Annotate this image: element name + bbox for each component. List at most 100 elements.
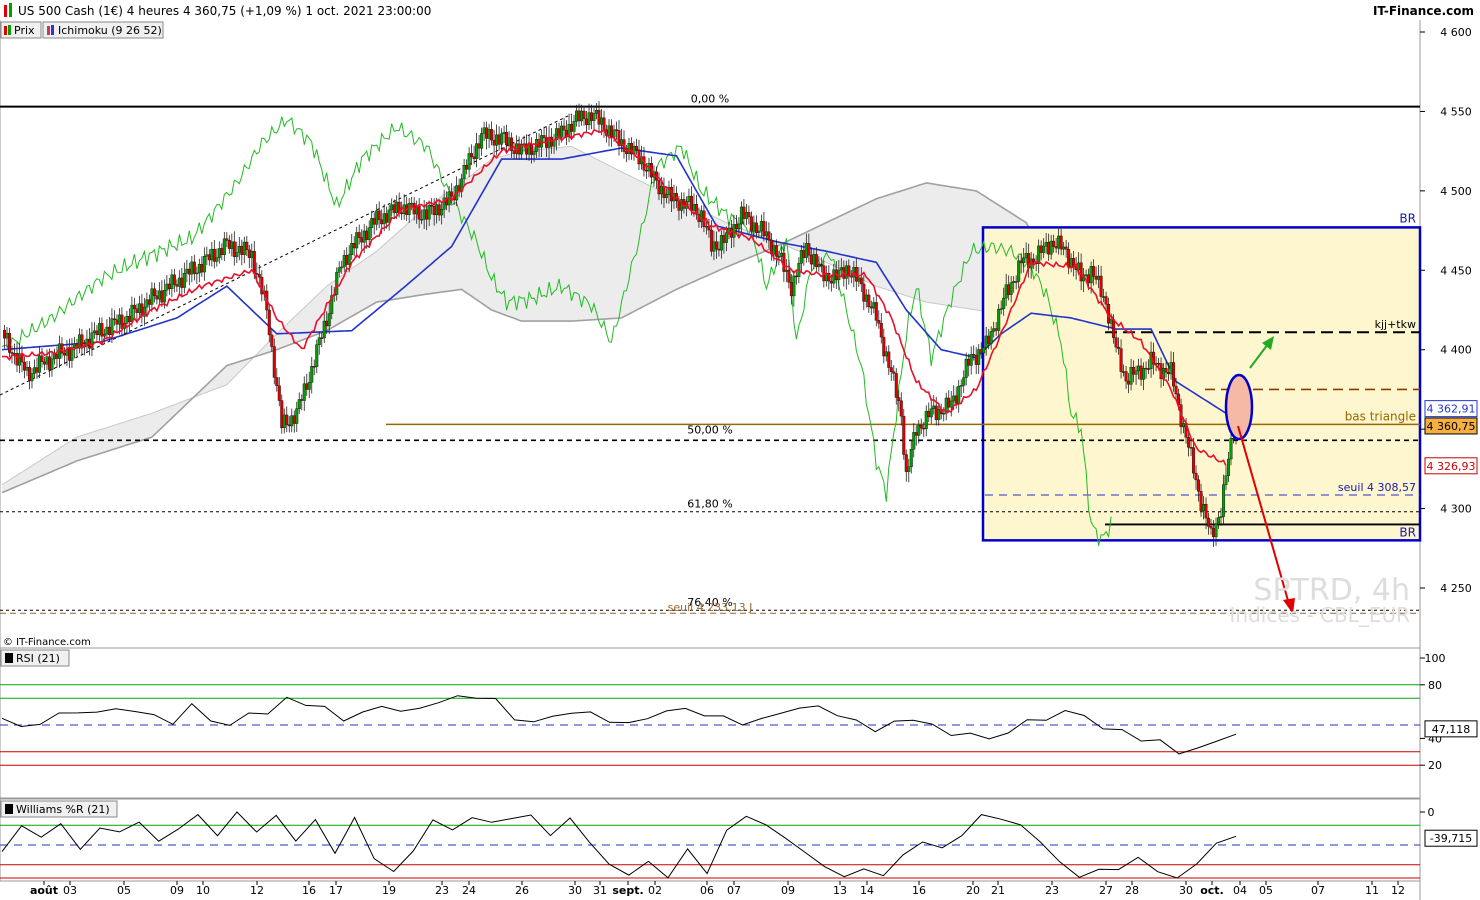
candle-body xyxy=(80,334,84,347)
x-tick-label: 24 xyxy=(462,884,476,897)
candle-body xyxy=(355,232,359,249)
candle-body xyxy=(302,383,306,401)
x-tick-label: 07 xyxy=(727,884,741,897)
candle-body xyxy=(192,261,196,274)
legend-price[interactable]: Prix xyxy=(0,21,42,39)
candle-body xyxy=(862,283,866,302)
candle-body xyxy=(207,254,211,261)
candle-body xyxy=(1069,258,1073,267)
x-tick-label: oct. xyxy=(1200,884,1224,897)
x-tick-label: 10 xyxy=(196,884,210,897)
x-tick-label: 06 xyxy=(700,884,714,897)
candle-body xyxy=(744,212,748,219)
candle-body xyxy=(42,361,46,365)
candle-body xyxy=(759,221,763,232)
badge-rsi-text: 47,118 xyxy=(1432,723,1471,736)
candle-body xyxy=(687,195,691,202)
candle-body xyxy=(719,235,723,251)
candle-body xyxy=(297,399,301,409)
candle-body xyxy=(1214,523,1218,538)
candle-body xyxy=(949,400,953,408)
candle-body xyxy=(882,336,886,357)
candle-body xyxy=(717,248,721,251)
candle-body xyxy=(999,308,1003,310)
rsi-tick-label: 20 xyxy=(1428,759,1442,772)
williams-legend[interactable]: Williams %R (21) xyxy=(0,800,118,818)
candle-body xyxy=(1187,437,1191,448)
candle-body xyxy=(1209,526,1213,529)
fib-0-label: 0,00 % xyxy=(691,93,729,106)
rsi-tick-label: 100 xyxy=(1425,652,1446,665)
candle-body xyxy=(100,323,104,337)
candle-body xyxy=(907,466,911,472)
candle-body xyxy=(272,346,276,378)
candle-body xyxy=(739,206,743,225)
candle-body xyxy=(542,135,546,139)
candle-body xyxy=(380,219,384,225)
candle-body xyxy=(587,112,591,126)
candle-body xyxy=(247,249,251,258)
badge-price-2: 4 362,91 xyxy=(1424,400,1478,418)
candle xyxy=(902,408,906,460)
candle-body xyxy=(457,185,461,192)
candle-body xyxy=(200,263,204,273)
candle-body xyxy=(1172,362,1176,387)
candle-body xyxy=(902,415,906,455)
candle-body xyxy=(964,358,968,378)
candle-body xyxy=(435,204,439,215)
br-bottom-label: BR xyxy=(1399,525,1416,539)
x-tick-label: 11 xyxy=(1365,884,1379,897)
badge-last-price: 4 360,75 xyxy=(1424,417,1478,435)
candle-body xyxy=(152,288,156,296)
candle-body xyxy=(1052,240,1056,247)
badge-price-3-text: 4 326,93 xyxy=(1427,460,1476,473)
candle-body xyxy=(987,335,991,344)
rsi-legend[interactable]: RSI (21) xyxy=(0,649,70,667)
candle-body xyxy=(1204,504,1208,519)
candle-body xyxy=(15,353,19,366)
candle-body xyxy=(1062,246,1066,250)
candle-body xyxy=(839,267,843,271)
candle-body xyxy=(492,139,496,146)
legend-ichimoku[interactable]: Ichimoku (9 26 52) xyxy=(42,21,164,39)
candle-body xyxy=(1222,484,1226,517)
rsi-tick-label: 80 xyxy=(1428,679,1442,692)
candle-body xyxy=(807,243,811,256)
candle-body xyxy=(657,180,661,195)
chart-svg: US 500 Cash (1€) 4 heures 4 360,75 (+1,0… xyxy=(0,0,1480,900)
candle-body xyxy=(482,127,486,134)
candle-body xyxy=(702,210,706,227)
candle-body xyxy=(1139,365,1143,380)
candle-body xyxy=(772,245,776,255)
candle-body xyxy=(1189,447,1193,449)
candle-body xyxy=(1207,517,1211,527)
candle-body xyxy=(1057,235,1061,249)
candle-body xyxy=(1039,245,1043,253)
candle-body xyxy=(809,254,813,265)
watermark-subtitle: Indices - CBL_EUR xyxy=(1230,603,1411,627)
candle-body xyxy=(817,263,821,268)
candle-body xyxy=(7,332,11,353)
candle-body xyxy=(819,263,823,266)
candle-body xyxy=(365,230,369,240)
candle-body xyxy=(1142,367,1146,380)
price-tick-label: 4 600 xyxy=(1440,26,1472,39)
candle-body xyxy=(912,432,916,450)
candle-body xyxy=(352,242,356,249)
candle-body xyxy=(560,125,564,138)
candle-body xyxy=(245,241,249,251)
candle-body xyxy=(1144,367,1148,370)
candle-body xyxy=(275,377,279,386)
candle-body xyxy=(277,385,281,401)
candle-body xyxy=(315,344,319,367)
candle-body xyxy=(172,274,176,285)
candle-body xyxy=(590,112,594,121)
candle-body xyxy=(714,241,718,250)
candle-body xyxy=(50,358,54,370)
candle-body xyxy=(150,288,154,305)
candle-body xyxy=(67,348,71,361)
candle-body xyxy=(1002,297,1006,309)
candle-body xyxy=(495,134,499,146)
candle-body xyxy=(45,356,49,365)
candle-body xyxy=(919,424,923,429)
